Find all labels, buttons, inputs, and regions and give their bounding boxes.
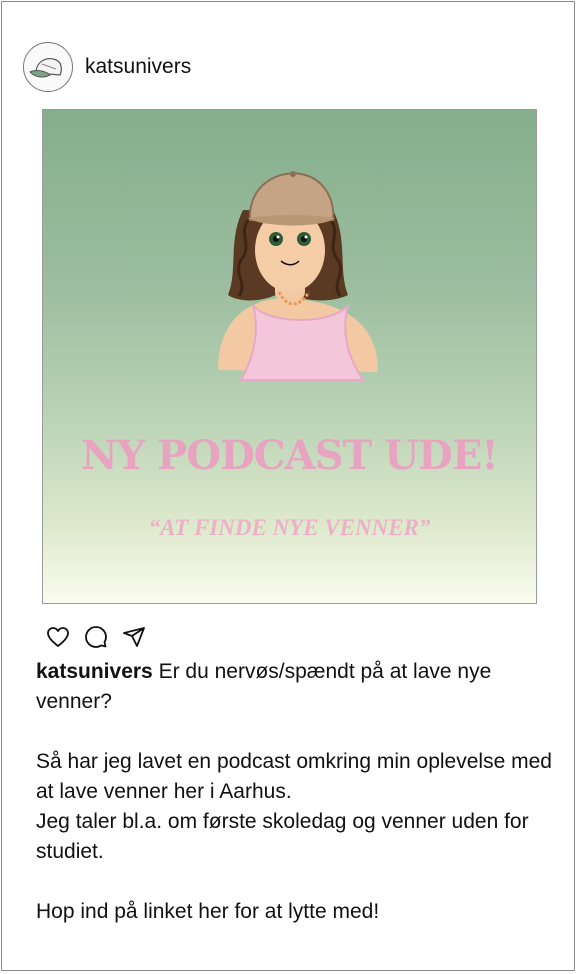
post-header: katsunivers [23, 41, 191, 93]
username[interactable]: katsunivers [85, 55, 191, 79]
post-image-title: NY PODCAST UDE! [81, 432, 499, 479]
caption-intro-paragraph: katsunivers Er du nervøs/spændt på at la… [36, 657, 566, 717]
avatar[interactable] [23, 42, 73, 92]
caption-line-3: Hop ind på linket her for at lytte med! [36, 900, 380, 923]
share-icon[interactable] [121, 624, 147, 650]
caption-line-1: Så har jeg lavet en podcast omkring min … [36, 750, 552, 803]
post-card: katsunivers NY PODCAST UDE! “AT FINDE NY… [1, 1, 575, 971]
comment-icon[interactable] [83, 624, 109, 650]
post-image[interactable]: NY PODCAST UDE! “AT FINDE NYE VENNER” [42, 109, 537, 604]
post-image-subtitle: “AT FINDE NYE VENNER” [148, 515, 431, 540]
caption-line-2: Jeg taler bl.a. om første skoledag og ve… [36, 810, 529, 863]
heart-icon[interactable] [45, 624, 71, 650]
cap-icon [29, 58, 62, 78]
post-caption: katsunivers Er du nervøs/spændt på at la… [36, 657, 566, 927]
caption-username[interactable]: katsunivers [36, 660, 153, 683]
girl-illustration [218, 171, 378, 381]
post-actions [45, 624, 147, 650]
